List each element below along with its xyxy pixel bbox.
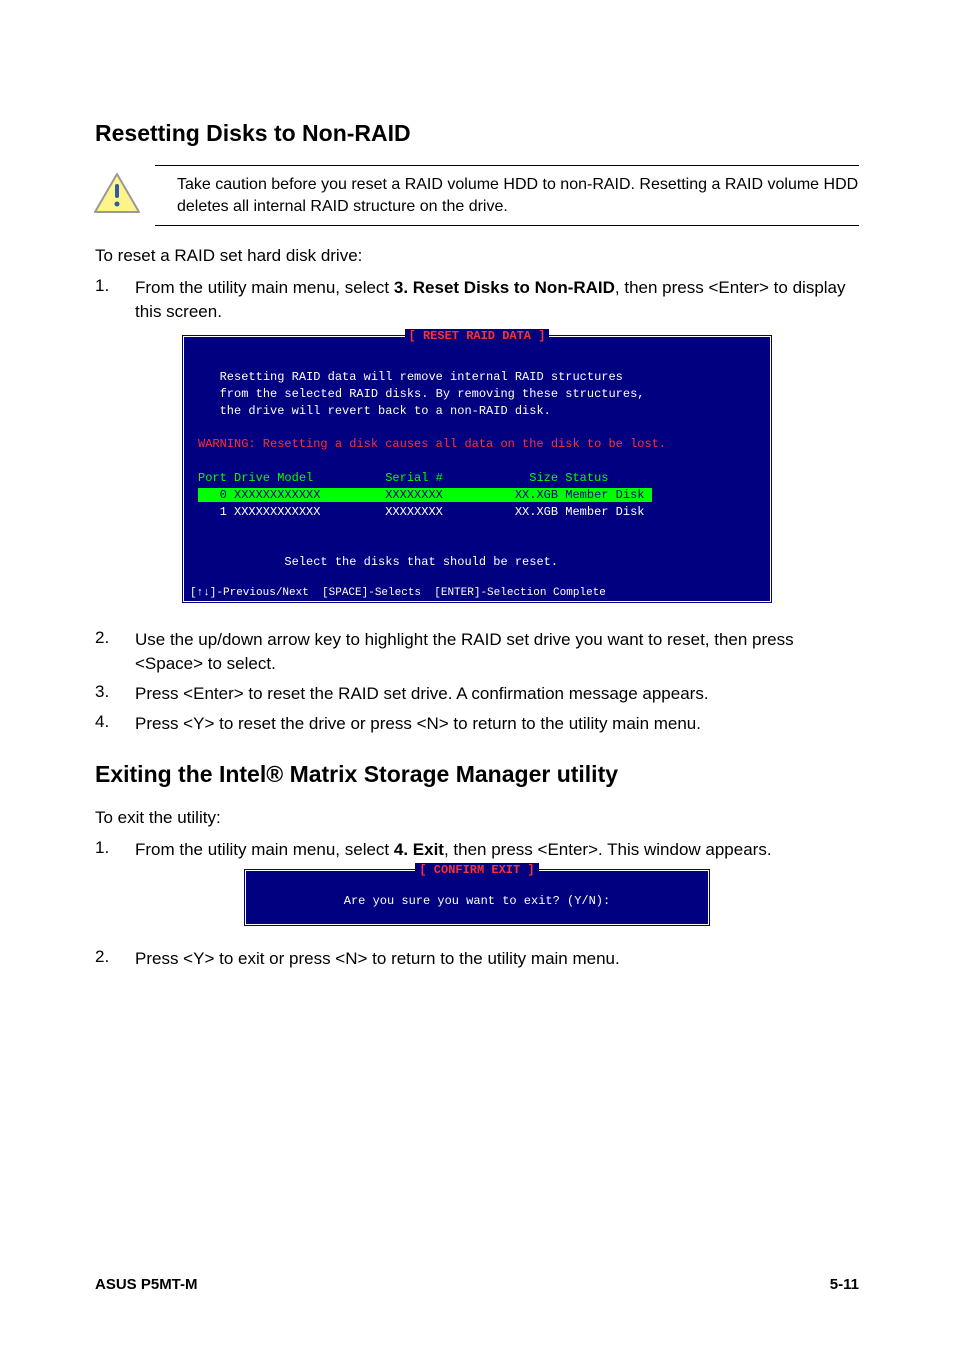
exit-step1-post: , then press <Enter>. This window appear… — [444, 840, 772, 859]
step-row: 1. From the utility main menu, select 4.… — [95, 838, 859, 862]
step-number: 2. — [95, 947, 135, 967]
bios-title: [ RESET RAID DATA ] — [405, 329, 550, 343]
footer-left: ASUS P5MT-M — [95, 1276, 198, 1293]
bios-title: [ CONFIRM EXIT ] — [415, 863, 538, 877]
step-row: 2. Use the up/down arrow key to highligh… — [95, 628, 859, 676]
intro-text-reset: To reset a RAID set hard disk drive: — [95, 244, 859, 268]
step-body: Press <Y> to exit or press <N> to return… — [135, 947, 859, 971]
step-number: 1. — [95, 838, 135, 858]
bios-exit-dialog: [ CONFIRM EXIT ] Are you sure you want t… — [243, 868, 711, 927]
bios-title-wrap: [ RESET RAID DATA ] — [184, 328, 770, 345]
bios-desc-line2: from the selected RAID disks. By removin… — [220, 387, 645, 401]
heading-exit-utility: Exiting the Intel® Matrix Storage Manage… — [95, 761, 859, 788]
bios-table-row-selected: 0 XXXXXXXXXXXX XXXXXXXX XX.XGB Member Di… — [198, 488, 652, 502]
step-number: 2. — [95, 628, 135, 648]
step-row: 2. Press <Y> to exit or press <N> to ret… — [95, 947, 859, 971]
bios-desc-line1: Resetting RAID data will remove internal… — [220, 370, 623, 384]
caution-note: Take caution before you reset a RAID vol… — [155, 165, 859, 226]
heading-reset-disks: Resetting Disks to Non-RAID — [95, 120, 859, 147]
step-number: 1. — [95, 276, 135, 296]
bios-select-prompt: Select the disks that should be reset. — [284, 555, 558, 569]
bios-exit-prompt: Are you sure you want to exit? (Y/N): — [246, 883, 708, 924]
step1-pre: From the utility main menu, select — [135, 278, 394, 297]
exit-step1-menu-item: 4. Exit — [394, 840, 444, 859]
step-body: Press <Y> to reset the drive or press <N… — [135, 712, 859, 736]
intro-text-exit: To exit the utility: — [95, 806, 859, 830]
step-row: 4. Press <Y> to reset the drive or press… — [95, 712, 859, 736]
bios-body: Resetting RAID data will remove internal… — [184, 348, 770, 578]
bios-table-row: 1 XXXXXXXXXXXX XXXXXXXX XX.XGB Member Di… — [198, 505, 644, 519]
caution-icon — [93, 172, 141, 223]
bios-desc-line3: the drive will revert back to a non-RAID… — [220, 404, 551, 418]
bios-table-header: Port Drive Model Serial # Size Status — [198, 471, 608, 485]
step-body: From the utility main menu, select 3. Re… — [135, 276, 859, 324]
step-row: 1. From the utility main menu, select 3.… — [95, 276, 859, 324]
step1-menu-item: 3. Reset Disks to Non-RAID — [394, 278, 615, 297]
exit-step1-pre: From the utility main menu, select — [135, 840, 394, 859]
page-footer: ASUS P5MT-M 5-11 — [95, 1276, 859, 1293]
bios-reset-dialog: [ RESET RAID DATA ] Resetting RAID data … — [181, 334, 773, 605]
step-body: From the utility main menu, select 4. Ex… — [135, 838, 859, 862]
caution-text: Take caution before you reset a RAID vol… — [177, 176, 858, 215]
bios-warning: WARNING: Resetting a disk causes all dat… — [198, 437, 666, 451]
bios-title-wrap: [ CONFIRM EXIT ] — [246, 862, 708, 879]
bios-footer-keys: [↑↓]-Previous/Next [SPACE]-Selects [ENTE… — [184, 583, 770, 601]
footer-right: 5-11 — [830, 1276, 859, 1293]
step-body: Press <Enter> to reset the RAID set driv… — [135, 682, 859, 706]
step-number: 3. — [95, 682, 135, 702]
step-body: Use the up/down arrow key to highlight t… — [135, 628, 859, 676]
step-number: 4. — [95, 712, 135, 732]
page: Resetting Disks to Non-RAID Take caution… — [0, 0, 954, 1351]
step-row: 3. Press <Enter> to reset the RAID set d… — [95, 682, 859, 706]
